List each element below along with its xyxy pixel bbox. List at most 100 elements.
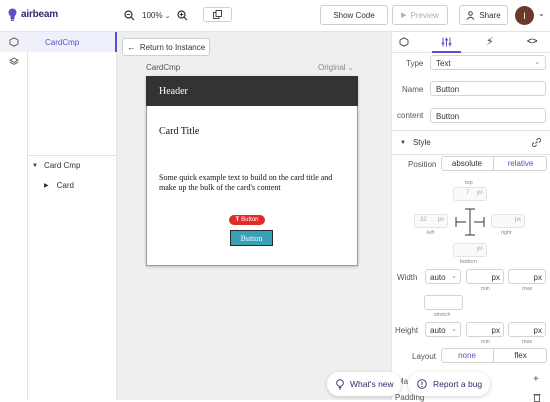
content-value: Button [436,112,460,121]
trash-icon[interactable] [533,393,541,402]
right-label: right [501,230,512,236]
stretch-input[interactable] [424,295,463,310]
chevron-down-icon: ⌄ [451,273,457,280]
zoom-out-icon[interactable] [124,10,135,21]
top-input[interactable]: 7 px [453,187,487,201]
type-value: Text [436,59,451,68]
zoom-in-icon[interactable] [177,10,188,21]
bottom-input[interactable]: px [453,243,487,257]
chevron-down-icon: ⌄ [347,65,354,72]
frame-mode-select[interactable]: Original ⌄ [318,63,354,72]
whats-new-label: What's new [350,379,394,389]
return-to-instance-button[interactable]: ← Return to Instance [122,38,210,56]
avatar[interactable]: I [515,6,534,25]
selected-element-badge[interactable]: T Button [229,215,265,225]
left-label: left [427,230,435,236]
name-label: Name [402,85,424,94]
left-input[interactable]: 32 px [414,214,448,228]
zoom-level: 100% [142,11,163,20]
height-max-label: max [522,339,533,345]
tab-component-icon[interactable] [399,37,409,47]
tree-item-label: Card Cmp [43,161,81,170]
return-label: Return to Instance [139,42,206,52]
top-label: top [465,180,473,186]
whats-new-button[interactable]: What's new [327,372,401,396]
frame-title: CardCmp [146,63,181,72]
position-absolute-option[interactable]: absolute [441,156,494,171]
height-label: Height [395,326,419,335]
lightbulb-icon [8,8,17,21]
layout-none-option[interactable]: none [441,348,494,363]
share-button[interactable]: Share [459,5,508,25]
card-button[interactable]: Button [230,230,273,246]
account-menu-chevron-icon[interactable]: ⌄ [538,9,545,18]
height-max-unit: px [533,326,542,335]
play-icon: ▶ [401,12,407,19]
tab-style-sliders-icon[interactable] [441,37,452,47]
card-title[interactable]: Card Title [159,126,199,137]
layout-none-label: none [458,351,476,360]
content-input[interactable]: Button [430,108,546,123]
component-icon[interactable] [9,37,19,47]
layout-flex-label: flex [514,351,527,360]
type-select[interactable]: Text ⌄ [430,55,546,70]
lightbulb-icon [336,378,344,389]
selected-component-label: CardCmp [45,38,80,47]
right-unit: px [514,217,521,223]
width-mode-select[interactable]: auto ⌄ [425,269,461,284]
active-tab-indicator [432,51,461,53]
left-unit: px [437,217,444,223]
report-bug-button[interactable]: Report a bug [408,372,490,396]
card-header-text: Header [159,86,188,97]
link-icon[interactable] [532,138,541,147]
layout-flex-option[interactable]: flex [494,348,547,363]
top-value: 7 [466,190,470,196]
content-label: content [397,111,424,120]
right-input[interactable]: px [491,214,525,228]
tab-code-icon[interactable]: <> [527,36,538,46]
style-title: Style [412,138,431,147]
position-relative-option[interactable]: relative [494,156,547,171]
stretch-label: stretch [434,312,451,318]
chevron-down-icon: ⌄ [451,326,457,333]
badge-label: Button [241,217,259,223]
copy-button[interactable] [203,7,232,22]
avatar-initial: I [523,10,526,21]
arrow-left-icon: ← [126,42,136,52]
height-max-input[interactable]: px [508,322,546,337]
layers-icon[interactable] [9,57,19,67]
add-margin-icon[interactable]: + [533,374,539,385]
height-min-unit: px [491,326,500,335]
bottom-unit: px [476,246,483,252]
copy-icon [213,10,222,19]
chevron-down-icon: ⌄ [534,59,540,66]
caret-right-icon: ▶ [44,183,49,189]
width-max-input[interactable]: px [508,269,546,284]
tree-panel [28,32,117,400]
style-section-toggle[interactable]: ▼ Style [400,138,431,147]
name-input[interactable]: Button [430,81,546,96]
tree-item-card[interactable]: ▶ Card [44,181,74,190]
tree-item-card-cmp[interactable]: ▼ Card Cmp [32,161,80,170]
layout-label: Layout [412,352,437,361]
show-code-button[interactable]: Show Code [320,5,388,25]
width-min-input[interactable]: px [466,269,504,284]
report-bug-label: Report a bug [433,379,483,389]
preview-button[interactable]: ▶ Preview [392,5,448,25]
card-text[interactable]: Some quick example text to build on the … [159,173,344,193]
tab-events-lightning-icon[interactable]: ⚡︎ [486,35,494,48]
bottom-label: bottom [460,259,477,265]
zoom-level-select[interactable]: 100% ⌄ [142,11,171,20]
caret-down-icon: ▼ [32,162,38,169]
height-mode-select[interactable]: auto ⌄ [425,322,461,337]
app-logo[interactable]: airbeam [8,8,58,21]
width-label: Width [397,273,418,282]
height-min-input[interactable]: px [466,322,504,337]
share-icon [466,10,475,20]
width-max-label: max [522,286,533,292]
share-label: Share [479,10,501,20]
width-min-unit: px [491,273,500,282]
position-relative-label: relative [507,159,534,168]
frame-mode: Original [318,63,346,72]
height-mode: auto [430,326,446,335]
